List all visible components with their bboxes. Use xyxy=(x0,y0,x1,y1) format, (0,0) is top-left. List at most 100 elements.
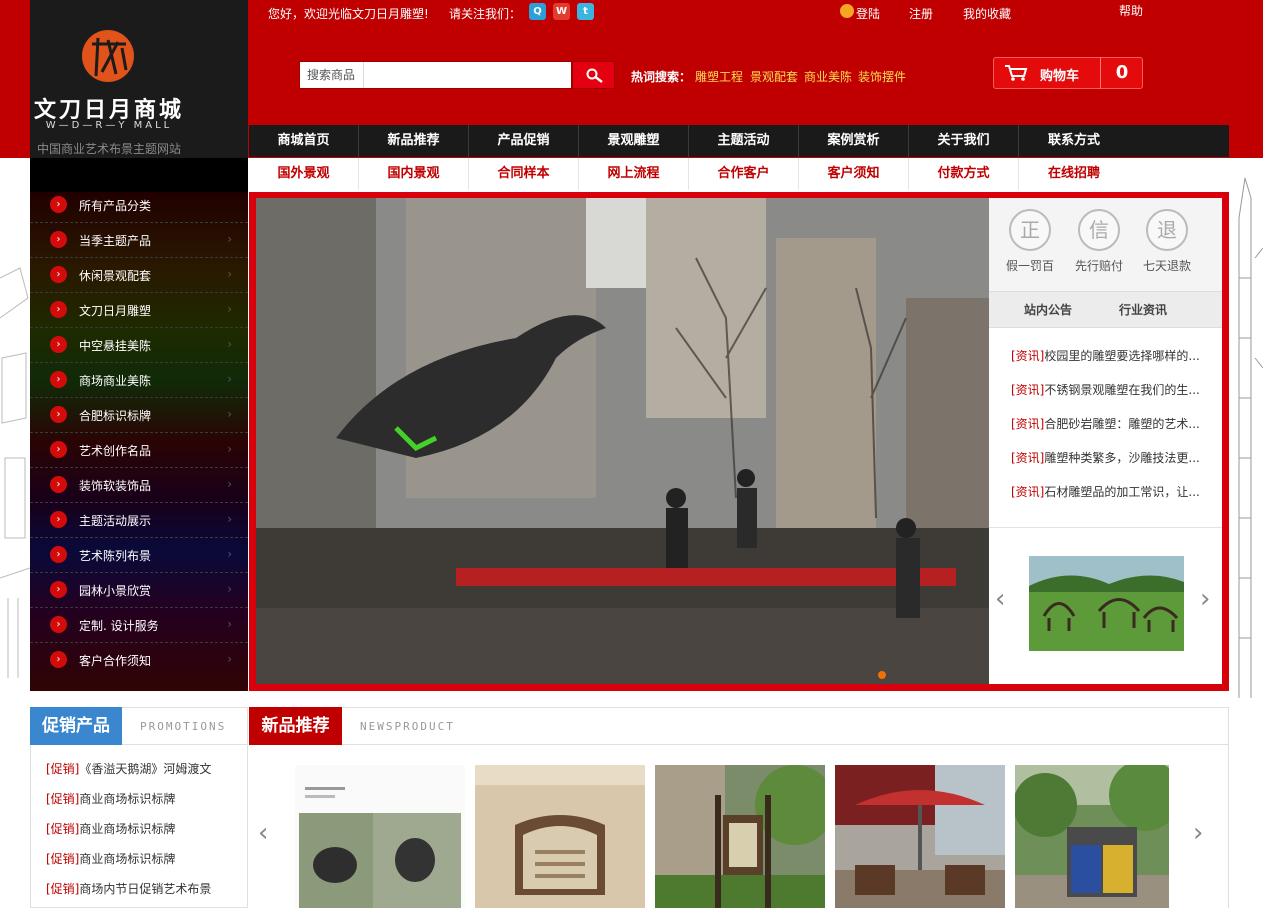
sidebar-item[interactable]: › 艺术陈列布景 › xyxy=(30,538,248,573)
sidebar-item-all-categories[interactable]: › 所有产品分类 xyxy=(30,188,248,223)
hot-word[interactable]: 商业美陈 xyxy=(804,68,852,85)
hot-word[interactable]: 雕塑工程 xyxy=(695,68,743,85)
chevron-right-icon: › xyxy=(50,301,67,318)
chevron-right-icon: › xyxy=(50,336,67,353)
arrow-icon: › xyxy=(227,232,232,246)
chevron-left-icon[interactable]: ‹ xyxy=(258,818,268,848)
promotion-item[interactable]: [促销]商场内节日促销艺术布景 xyxy=(46,880,211,897)
arrow-icon: › xyxy=(227,582,232,596)
chevron-left-icon[interactable]: ‹ xyxy=(995,584,1005,614)
new-products-subtitle: NEWSPRODUCT xyxy=(360,720,455,733)
slide-indicator[interactable] xyxy=(878,671,886,679)
hot-word[interactable]: 景观配套 xyxy=(750,68,798,85)
shop-homepage: { "logo": {"name_cn": "文刀日月商城", "name_en… xyxy=(0,0,1263,908)
tencent-weibo-icon[interactable]: t xyxy=(577,3,594,20)
news-item[interactable]: [资讯]雕塑种类繁多，沙雕技法更... xyxy=(1011,449,1211,466)
nav-item[interactable]: 商城首页 xyxy=(249,125,359,157)
chevron-right-icon: › xyxy=(50,196,67,213)
sidebar-item[interactable]: › 中空悬挂美陈 › xyxy=(30,328,248,363)
arrow-icon: › xyxy=(227,337,232,351)
arrow-icon: › xyxy=(227,512,232,526)
product-card[interactable] xyxy=(1015,765,1169,908)
welcome-text: 您好，欢迎光临文刀日月雕塑! xyxy=(268,7,429,21)
sidebar-item[interactable]: › 装饰软装饰品 › xyxy=(30,468,248,503)
cart-count: 0 xyxy=(1100,57,1143,89)
help-link[interactable]: 帮助 xyxy=(1119,2,1143,19)
nav-item[interactable]: 主题活动 xyxy=(689,125,799,157)
sidebar-item[interactable]: › 当季主题产品 › xyxy=(30,223,248,258)
chevron-right-icon: › xyxy=(50,406,67,423)
product-card[interactable] xyxy=(295,765,465,908)
sketch-decoration-left xyxy=(0,267,30,678)
product-card[interactable] xyxy=(655,765,825,908)
search-button[interactable] xyxy=(572,61,615,89)
sidebar-header xyxy=(30,158,248,192)
tab-industry-news[interactable]: 行业资讯 xyxy=(1119,301,1167,318)
search-category-select[interactable]: 搜索商品 xyxy=(300,62,364,88)
arrow-icon: › xyxy=(227,407,232,421)
sidebar-item[interactable]: › 定制. 设计服务 › xyxy=(30,608,248,643)
sidebar-item[interactable]: › 合肥标识标牌 › xyxy=(30,398,248,433)
promotion-item[interactable]: [促销]商业商场标识标牌 xyxy=(46,850,175,867)
product-card[interactable] xyxy=(835,765,1005,908)
hot-word[interactable]: 装饰摆件 xyxy=(858,68,906,85)
user-icon xyxy=(840,4,854,18)
arrow-icon: › xyxy=(227,372,232,386)
subnav-item[interactable]: 合作客户 xyxy=(689,158,799,190)
sidebar-item[interactable]: › 艺术创作名品 › xyxy=(30,433,248,468)
nav-item[interactable]: 案例赏析 xyxy=(799,125,909,157)
sidebar-item[interactable]: › 休闲景观配套 › xyxy=(30,258,248,293)
sidebar-item[interactable]: › 主题活动展示 › xyxy=(30,503,248,538)
case-thumbnail[interactable] xyxy=(1029,556,1184,651)
guarantee-refund-icon: 退 xyxy=(1146,209,1188,251)
subnav-item[interactable]: 合同样本 xyxy=(469,158,579,190)
nav-item[interactable]: 产品促销 xyxy=(469,125,579,157)
subnav-item[interactable]: 国外景观 xyxy=(249,158,359,190)
nav-item[interactable]: 景观雕塑 xyxy=(579,125,689,157)
subnav-item[interactable]: 网上流程 xyxy=(579,158,689,190)
subnav-item[interactable]: 客户须知 xyxy=(799,158,909,190)
arrow-icon: › xyxy=(227,267,232,281)
news-item[interactable]: [资讯]石材雕塑品的加工常识，让... xyxy=(1011,483,1211,500)
sidebar-item[interactable]: › 商场商业美陈 › xyxy=(30,363,248,398)
arrow-icon: › xyxy=(227,442,232,456)
promotion-item[interactable]: [促销]《香溢天鹅湖》河姆渡文 xyxy=(46,760,211,777)
nav-item[interactable]: 关于我们 xyxy=(909,125,1019,157)
product-card[interactable] xyxy=(475,765,645,908)
chevron-right-icon[interactable]: › xyxy=(1193,818,1203,848)
tab-announcements[interactable]: 站内公告 xyxy=(1024,301,1072,318)
favorites-link[interactable]: 我的收藏 xyxy=(963,5,1011,22)
guarantee-label: 假一罚百 xyxy=(1005,259,1054,273)
sidebar-item[interactable]: › 园林小景欣赏 › xyxy=(30,573,248,608)
promotions-title: 促销产品 xyxy=(30,707,122,745)
nav-item[interactable]: 联系方式 xyxy=(1019,125,1129,157)
news-item[interactable]: [资讯]不锈钢景观雕塑在我们的生... xyxy=(1011,381,1211,398)
subnav-item[interactable]: 国内景观 xyxy=(359,158,469,190)
promotion-item[interactable]: [促销]商业商场标识标牌 xyxy=(46,820,175,837)
chevron-right-icon: › xyxy=(50,651,67,668)
nav-item[interactable]: 新品推荐 xyxy=(359,125,469,157)
sidebar-item[interactable]: › 文刀日月雕塑 › xyxy=(30,293,248,328)
logo-block[interactable] xyxy=(30,0,248,158)
guarantee-label: 先行赔付 xyxy=(1074,259,1123,273)
chevron-right-icon: › xyxy=(50,266,67,283)
subnav-item[interactable]: 在线招聘 xyxy=(1019,158,1129,190)
chevron-right-icon: › xyxy=(50,546,67,563)
login-link[interactable]: 登陆 xyxy=(856,5,880,22)
divider xyxy=(989,527,1222,528)
banner-slide-image[interactable] xyxy=(256,198,989,684)
qq-icon[interactable]: Q xyxy=(529,3,546,20)
register-link[interactable]: 注册 xyxy=(909,5,933,22)
arrow-icon: › xyxy=(227,302,232,316)
promotion-item[interactable]: [促销]商业商场标识标牌 xyxy=(46,790,175,807)
sidebar-item[interactable]: › 客户合作须知 › xyxy=(30,643,248,678)
arrow-icon: › xyxy=(227,477,232,491)
news-item[interactable]: [资讯]校园里的雕塑要选择哪样的... xyxy=(1011,347,1211,364)
chevron-right-icon[interactable]: › xyxy=(1200,584,1210,614)
subnav-item[interactable]: 付款方式 xyxy=(909,158,1019,190)
logo-mark-icon[interactable] xyxy=(82,30,134,82)
weibo-icon[interactable]: W xyxy=(553,3,570,20)
sketch-decoration-right xyxy=(1238,177,1263,698)
news-item[interactable]: [资讯]合肥砂岩雕塑：雕塑的艺术... xyxy=(1011,415,1211,432)
new-products-title: 新品推荐 xyxy=(249,707,342,745)
